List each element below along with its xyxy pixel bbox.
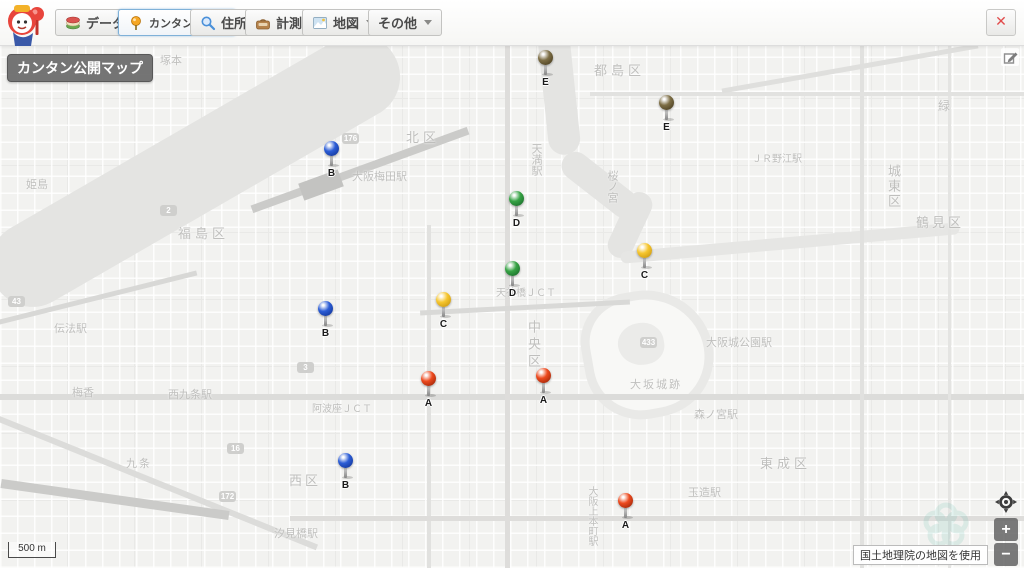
edit-external-icon[interactable] [1001,48,1019,66]
map-label: 城東区 [884,164,903,209]
map-image-icon [312,15,328,31]
map-label: 福島区 [178,223,229,242]
pin-head [338,453,353,468]
map-label: 緑 [938,97,950,114]
road-imazatosuji [860,42,864,568]
pin-head [659,95,674,110]
map-label: 桜ノ宮 [604,170,620,203]
pin-head [618,493,633,508]
map-label: ＪＲ野江駅 [752,150,802,165]
pushpin-icon [128,15,144,31]
road-shield: 3 [297,362,314,373]
pin-head [324,141,339,156]
river-neya [620,222,960,264]
road-sennichimae [290,516,1024,521]
pin-letter-label: A [421,398,436,409]
map-label: 西九条駅 [168,386,212,402]
map-label: 阿波座ＪＣＴ [312,400,372,415]
map-label: 塚本 [160,52,182,68]
map-style-button-label: 地図 [333,13,359,32]
pin-head [421,371,436,386]
map-label: 東成区 [760,453,811,472]
road-shield: 433 [640,337,657,348]
map-label: 大阪上本町駅 [584,486,599,546]
layers-icon [65,15,81,31]
pin-head [318,301,333,316]
map-canvas[interactable]: 塚本姫島北区大阪梅田駅福島区天満駅桜ノ宮都島区緑ＪＲ野江駅城東区鶴見区天神橋ＪＣ… [0,0,1024,568]
pin-head [436,292,451,307]
road-chuo-odori [0,394,1024,400]
zoom-in-button[interactable]: + [994,518,1018,541]
pin-letter-label: E [659,122,674,133]
map-label: 梅香 [72,384,94,400]
others-button[interactable]: その他 [368,9,442,36]
road-east-vertical [948,42,951,568]
road-diag-southwest [0,410,318,550]
road-shield: 43 [8,296,25,307]
map-label: 森ノ宮駅 [694,406,738,422]
pin-letter-label: B [324,168,339,179]
road-diag-northeast [722,43,979,93]
road-shield: 176 [342,133,359,144]
locate-crosshair-icon[interactable] [995,491,1017,513]
map-label: 伝法駅 [54,320,87,336]
pin-letter-label: B [318,328,333,339]
zoom-out-button[interactable]: − [994,543,1018,566]
map-label: 大坂城跡 [630,376,682,392]
map-label: 汐見橋駅 [274,525,318,541]
toolbar: データ カンタンマップ 住所 計測 [0,0,1024,46]
map-label: 都島区 [594,60,645,79]
pin-head [538,50,553,65]
search-icon [200,15,216,31]
pin-head [505,261,520,276]
scale-bar: 500 m [8,542,56,558]
pin-letter-label: A [618,520,633,531]
measure-tape-icon [255,15,271,31]
pin-letter-label: E [538,77,553,88]
map-label: 大阪城公園駅 [706,334,772,350]
map-label: 中央区 [524,320,543,371]
map-label: 大阪梅田駅 [352,168,407,184]
map-label: 玉造駅 [688,484,721,500]
pin-head [637,243,652,258]
pin-head [509,191,524,206]
map-label: 鶴見区 [916,212,964,231]
close-button[interactable]: ✕ [986,9,1016,36]
road-shield: 172 [219,491,236,502]
mascot-logo-icon [4,1,48,45]
attribution-link[interactable]: 国土地理院の地図を使用 [853,545,988,565]
map-label: 姫島 [26,176,48,192]
map-label: 天満駅 [528,143,544,176]
measure-button-label: 計測 [276,13,302,32]
pin-letter-label: D [509,218,524,229]
address-button-label: 住所 [221,13,247,32]
map-label: 西区 [289,470,321,489]
map-label: 九条 [126,455,152,471]
pin-letter-label: B [338,480,353,491]
road-shield: 2 [160,205,177,216]
road-north [590,92,1024,96]
pin-letter-label: A [536,395,551,406]
pin-letter-label: D [505,288,520,299]
map-title-badge: カンタン公開マップ [7,54,153,82]
chevron-down-icon [424,20,432,25]
pin-letter-label: C [436,319,451,330]
pin-head [536,368,551,383]
pin-letter-label: C [637,270,652,281]
map-label: 北区 [406,127,440,146]
others-button-label: その他 [378,13,417,32]
road-shield: 16 [227,443,244,454]
